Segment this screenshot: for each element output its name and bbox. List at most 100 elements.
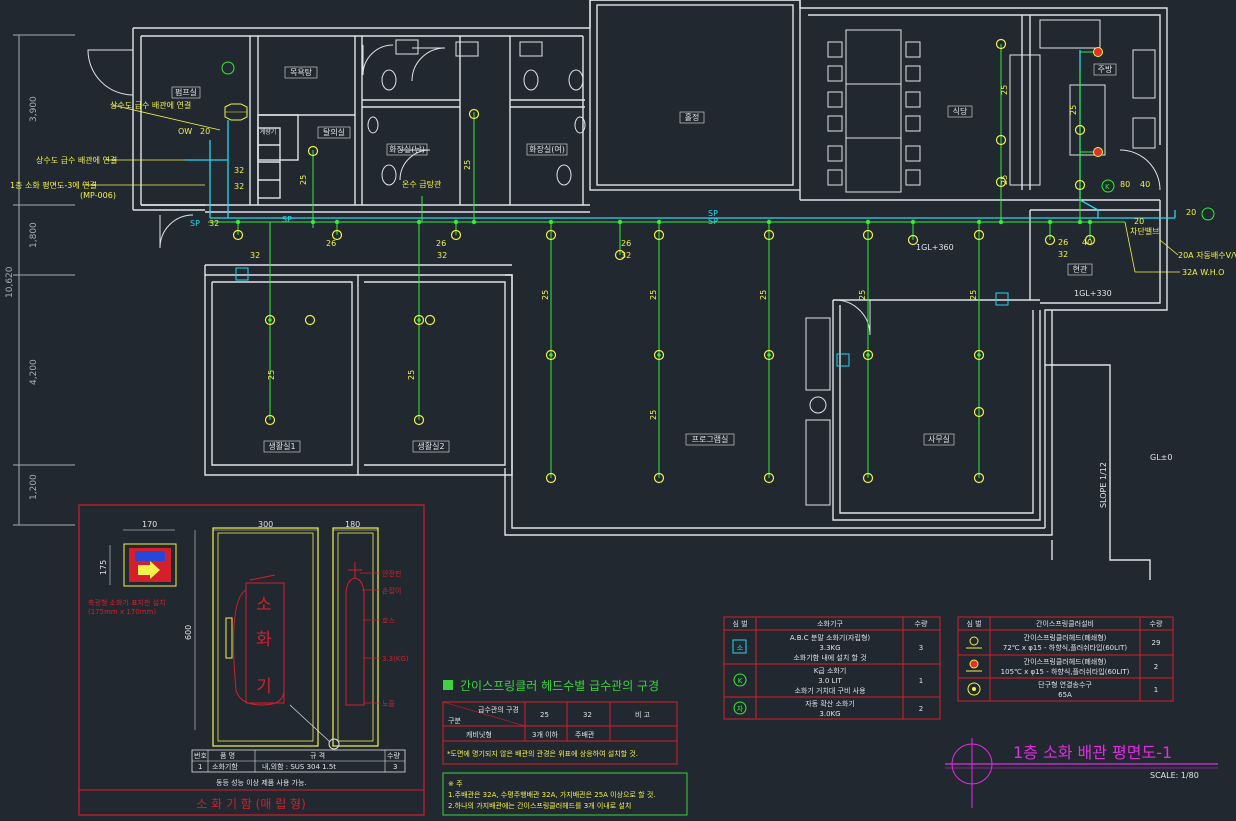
pipe-32-c: 32 [209, 219, 219, 228]
spr-h-item: 간이스프링클러설비 [1036, 619, 1094, 628]
pipe-32-g: 32 [1058, 250, 1068, 259]
ext-r1-l3: 소화기함 내에 설치 할 것 [793, 653, 866, 662]
pipe-26-d: 26 [1058, 238, 1068, 247]
dim-1800: 1,800 [29, 222, 39, 248]
cab-note: 동등 성능 이상 제품 사용 가능. [216, 778, 307, 787]
branch-pipes [208, 44, 1125, 478]
pipe-20-b: 20 [1134, 217, 1144, 226]
spr-r1-qty: 29 [1152, 639, 1161, 647]
cab-th-no: 번호 [194, 751, 207, 760]
note-20a-valve: 20A 자동배수V/V [1178, 251, 1236, 260]
room-kitchen: 주방 [1098, 64, 1113, 74]
notes-line1: 1.주배관은 32A, 수평주행배관 32A, 가지배관은 25A 이상으로 할… [448, 790, 655, 799]
note-connect-ref: (MP-006) [80, 191, 116, 200]
cab-callout-4: 3.3(KG) [382, 655, 409, 663]
hydrant-badge [224, 103, 248, 121]
cab-callout-2: 손잡이 [382, 586, 401, 595]
cab-sign-note: 축광형 소화기 표지판 설치 [88, 598, 166, 607]
note-connect: 1층 소화 평면도-3에 연결 [10, 180, 97, 190]
pipe-junctions [235, 219, 1093, 357]
pipe-20-c: 20 [1186, 208, 1196, 217]
dim-4200: 4,200 [29, 359, 39, 385]
cab-dim-175: 175 [99, 560, 108, 575]
ext-r2-l2: 3.0 LIT [818, 677, 842, 685]
pipe-25-k: 25 [1000, 175, 1009, 185]
cab-callout-5: 노즐 [382, 700, 395, 708]
pipe-25-i: 25 [969, 290, 978, 300]
cab-dim-170: 170 [142, 520, 157, 529]
pipe-25-a: 25 [299, 175, 308, 185]
cab-th-spec: 규 격 [310, 752, 325, 760]
cab-callout-3: 호스 [382, 617, 395, 625]
sp-label-bottom: SP [708, 217, 718, 226]
pipe-32-d: 32 [250, 251, 260, 260]
spr-row-label: 캐비닛형 [466, 730, 492, 739]
pipe-25-g: 25 [759, 290, 768, 300]
note-water-heater: 온수 급탕관 [402, 179, 442, 189]
cab-dim-180: 180 [345, 520, 360, 529]
room-small: 계량기 [260, 128, 277, 136]
note-supply-mid: 상수도 급수 배관에 연결 [36, 155, 117, 165]
cab-td-qty: 3 [393, 763, 397, 771]
furniture [367, 19, 1156, 506]
pipe-32-e: 32 [437, 251, 447, 260]
note-32a-who: 32A W.H.O [1182, 268, 1224, 277]
spr-r3-qty: 1 [1154, 686, 1158, 694]
cab-td-no: 1 [198, 763, 202, 771]
spr-col-note: 비 고 [635, 710, 651, 719]
drawing-scale: SCALE: 1/80 [1150, 771, 1199, 780]
pipe-25-c: 25 [267, 370, 276, 380]
spr-r3-l1: 단구형 연결송수구 [1038, 680, 1092, 689]
cab-td-spec: 내,외함 : SUS 304 1.5t [262, 762, 336, 771]
cab-letter-3: 기 [256, 677, 272, 697]
pipe-25-b: 25 [463, 160, 472, 170]
ext-r3-qty: 2 [919, 705, 923, 713]
dim-3900: 3,900 [29, 96, 39, 122]
pipe-25-l: 25 [1069, 105, 1078, 115]
pipe-40-b: 40 [1140, 180, 1150, 189]
room-living2: 생활실2 [417, 441, 444, 451]
room-wc-m: 화장실(남) [389, 144, 425, 154]
spr-h-qty: 수량 [1150, 620, 1163, 628]
pipe-20-a: 20 [200, 127, 210, 136]
spr-footnote: *도면에 명기되지 않은 배관의 관경은 위표에 상응하여 설치할 것. [447, 749, 638, 758]
room-entrance: 현관 [1073, 264, 1088, 274]
cab-td-name: 소화기함 [212, 762, 238, 771]
floor-plan-drawing: 3,900 1,800 10,620 4,200 1,200 K 20 32 3… [5, 0, 1236, 816]
pipe-32-b: 32 [234, 182, 244, 191]
cab-dim-300: 300 [258, 520, 273, 529]
room-office: 사무실 [928, 434, 950, 444]
room-living1: 생활실1 [268, 441, 295, 451]
note-valve: 차단밸브 [1130, 226, 1159, 236]
pipe-80: 80 [1120, 180, 1130, 189]
ext-r1-l2: 3.3KG [819, 644, 840, 652]
cab-th-qty: 수량 [387, 752, 400, 760]
k-symbol-plan: K [1105, 183, 1110, 191]
cab-sign-size: (175mm x 170mm) [88, 608, 156, 616]
spr-r2-l2: 105℃ x φ15 - 하향식,플러쉬타입(60LIT) [1001, 667, 1130, 676]
drawing-title: 1층 소화 배관 평면도-1 [1013, 743, 1172, 762]
room-hall: 홀정 [685, 112, 700, 122]
notes-title: ※ 주 [448, 780, 463, 788]
pipe-25-f: 25 [649, 410, 658, 420]
sp-label-pump: SP [190, 219, 200, 228]
level-mark-0: GL±0 [1150, 453, 1172, 462]
ext-r3-l2: 3.0KG [819, 710, 840, 718]
dim-1200: 1,200 [29, 474, 39, 500]
ext-r1-qty: 3 [919, 644, 923, 652]
sp-label-left: SP [282, 215, 292, 224]
spr-row-val2: 주배관 [575, 730, 595, 739]
pipe-25-j: 25 [1000, 85, 1009, 95]
room-laundry: 탈의실 [323, 127, 345, 137]
pipe-40-a: 40 [1082, 238, 1092, 247]
pipe-32-a: 32 [234, 166, 244, 175]
ext-r2-l1: K급 소화기 [814, 666, 847, 675]
pipe-25-d: 25 [407, 370, 416, 380]
spr-table-heading: 간이스프링클러 헤드수별 급수관의 구경 [460, 679, 659, 693]
ext-r2-l3: 소화기 거치대 구비 사용 [794, 686, 866, 695]
pipe-26-a: 26 [326, 239, 336, 248]
spr-col-32: 32 [583, 711, 592, 719]
ext-h-symbol: 심 벌 [732, 619, 747, 628]
cab-title: 소 화 기 함 (매 립 형) [196, 797, 306, 811]
spr-h-top: 급수관의 구경 [478, 705, 519, 714]
